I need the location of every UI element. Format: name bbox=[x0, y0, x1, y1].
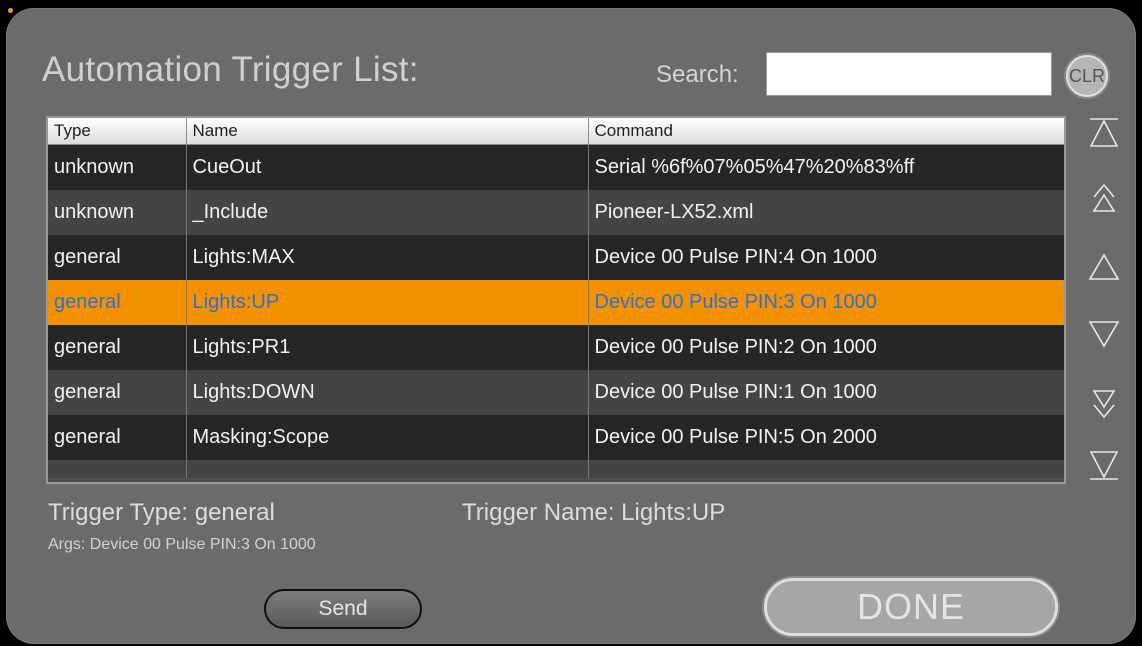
page-down-button[interactable] bbox=[1084, 384, 1124, 424]
cell-name: Lights:PR1 bbox=[186, 325, 589, 370]
automation-trigger-dialog: Automation Trigger List: Search: CLR Typ… bbox=[6, 8, 1136, 644]
scroll-top-button[interactable] bbox=[1084, 112, 1124, 152]
table-row-empty bbox=[48, 460, 1064, 478]
cell-command: Serial %6f%07%05%47%20%83%ff bbox=[588, 144, 1064, 190]
search-input[interactable] bbox=[766, 52, 1052, 96]
line-down-icon bbox=[1088, 321, 1120, 348]
trigger-type-text: Trigger Type: general bbox=[48, 499, 275, 526]
table-row[interactable]: general Masking:Scope Device 00 Pulse PI… bbox=[48, 415, 1064, 460]
table-row[interactable]: general Lights:PR1 Device 00 Pulse PIN:2… bbox=[48, 325, 1064, 370]
scroll-bottom-button[interactable] bbox=[1084, 446, 1124, 486]
trigger-args-text: Args: Device 00 Pulse PIN:3 On 1000 bbox=[48, 536, 316, 553]
clear-search-button[interactable]: CLR bbox=[1066, 55, 1108, 97]
table-row[interactable]: unknown _Include Pioneer-LX52.xml bbox=[48, 190, 1064, 235]
cell-type: unknown bbox=[48, 144, 187, 190]
column-header-command[interactable]: Command bbox=[588, 118, 1064, 145]
cell-command: Device 00 Pulse PIN:3 On 1000 bbox=[588, 280, 1064, 325]
cell-command: Device 00 Pulse PIN:2 On 1000 bbox=[588, 325, 1064, 370]
column-header-name[interactable]: Name bbox=[186, 118, 589, 145]
cell-name: Masking:Scope bbox=[186, 415, 589, 460]
line-up-button[interactable] bbox=[1084, 246, 1124, 286]
dialog-title: Automation Trigger List: bbox=[42, 50, 419, 89]
cell-command: Device 00 Pulse PIN:4 On 1000 bbox=[588, 235, 1064, 280]
empty-cell bbox=[48, 460, 187, 478]
cell-type: unknown bbox=[48, 190, 187, 235]
send-button[interactable]: Send bbox=[264, 589, 422, 629]
page-up-icon bbox=[1092, 183, 1116, 212]
scroll-top-icon bbox=[1089, 118, 1119, 147]
cell-name: Lights:MAX bbox=[186, 235, 589, 280]
cell-name: CueOut bbox=[186, 144, 589, 190]
cell-type: general bbox=[48, 370, 187, 415]
cell-name: Lights:UP bbox=[186, 280, 589, 325]
table-row[interactable]: general Lights:DOWN Device 00 Pulse PIN:… bbox=[48, 370, 1064, 415]
table-row[interactable]: unknown CueOut Serial %6f%07%05%47%20%83… bbox=[48, 144, 1064, 190]
cell-command: Device 00 Pulse PIN:1 On 1000 bbox=[588, 370, 1064, 415]
cell-type: general bbox=[48, 415, 187, 460]
table-header-row: Type Name Command bbox=[48, 118, 1064, 145]
search-label: Search: bbox=[656, 61, 739, 88]
empty-cell bbox=[186, 460, 589, 478]
done-button[interactable]: DONE bbox=[764, 578, 1058, 636]
empty-cell bbox=[588, 460, 1064, 478]
cell-command: Pioneer-LX52.xml bbox=[588, 190, 1064, 235]
trigger-table: Type Name Command unknown CueOut Serial … bbox=[46, 116, 1066, 484]
line-down-button[interactable] bbox=[1084, 314, 1124, 354]
status-dot bbox=[8, 8, 13, 13]
cell-name: _Include bbox=[186, 190, 589, 235]
trigger-name-text: Trigger Name: Lights:UP bbox=[462, 499, 726, 526]
cell-type: general bbox=[48, 280, 187, 325]
table-row[interactable]: general Lights:MAX Device 00 Pulse PIN:4… bbox=[48, 235, 1064, 280]
cell-command: Device 00 Pulse PIN:5 On 2000 bbox=[588, 415, 1064, 460]
page-down-icon bbox=[1092, 390, 1116, 419]
cell-type: general bbox=[48, 235, 187, 280]
cell-name: Lights:DOWN bbox=[186, 370, 589, 415]
cell-type: general bbox=[48, 325, 187, 370]
line-up-icon bbox=[1088, 253, 1120, 280]
table-row-selected[interactable]: general Lights:UP Device 00 Pulse PIN:3 … bbox=[48, 280, 1064, 325]
column-header-type[interactable]: Type bbox=[48, 118, 187, 145]
scroll-bottom-icon bbox=[1089, 451, 1119, 480]
page-up-button[interactable] bbox=[1084, 178, 1124, 218]
